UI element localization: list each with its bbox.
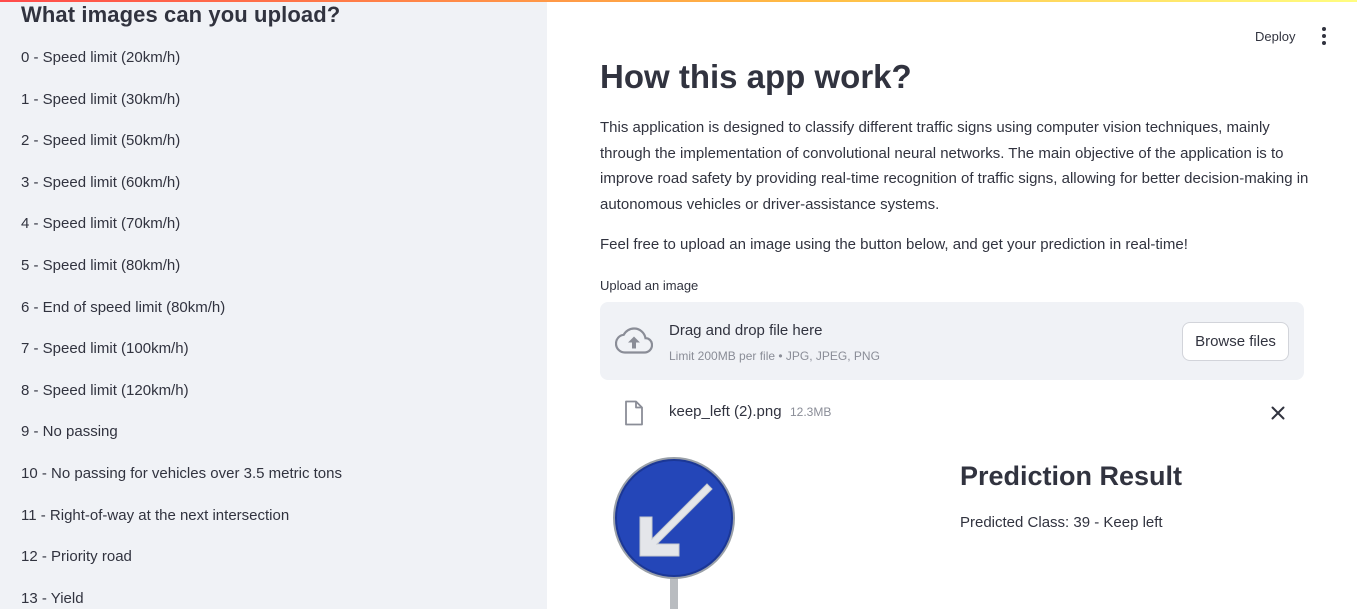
list-item: 10 - No passing for vehicles over 3.5 me… <box>21 464 342 482</box>
kebab-dot <box>1322 34 1326 38</box>
dropzone-title: Drag and drop file here <box>669 322 823 339</box>
browse-files-button[interactable]: Browse files <box>1182 322 1289 361</box>
file-name: keep_left (2).png <box>669 403 782 420</box>
deploy-button[interactable]: Deploy <box>1255 27 1295 46</box>
file-dropzone[interactable]: Drag and drop file here Limit 200MB per … <box>600 302 1304 380</box>
list-item: 11 - Right-of-way at the next intersecti… <box>21 506 290 524</box>
list-item: 9 - No passing <box>21 423 118 441</box>
list-item: 2 - Speed limit (50km/h) <box>21 132 181 150</box>
list-item: 13 - Yield <box>21 589 84 607</box>
close-icon[interactable] <box>1268 403 1288 423</box>
list-item: 5 - Speed limit (80km/h) <box>21 256 181 274</box>
main-content: Deploy How this app work? This applicati… <box>547 0 1357 609</box>
page-title: How this app work? <box>600 58 912 95</box>
list-item: 8 - Speed limit (120km/h) <box>21 381 189 399</box>
list-item: 0 - Speed limit (20km/h) <box>21 49 181 66</box>
dropzone-limit-text: Limit 200MB per file • JPG, JPEG, PNG <box>669 349 880 363</box>
kebab-dot <box>1322 41 1326 45</box>
file-size: 12.3MB <box>790 405 832 419</box>
sign-class-list: 0 - Speed limit (20km/h) 1 - Speed limit… <box>21 48 342 609</box>
upload-instruction: Feel free to upload an image using the b… <box>600 236 1188 253</box>
list-item: 6 - End of speed limit (80km/h) <box>21 298 226 316</box>
upload-label: Upload an image <box>600 278 699 293</box>
list-item: 12 - Priority road <box>21 548 132 566</box>
uploaded-sign-image <box>613 457 735 609</box>
prediction-text: Predicted Class: 39 - Keep left <box>960 514 1163 531</box>
sidebar: What images can you upload? 0 - Speed li… <box>0 0 547 609</box>
list-item: 7 - Speed limit (100km/h) <box>21 340 189 358</box>
file-icon <box>625 400 643 426</box>
app-description: This application is designed to classify… <box>600 119 1309 213</box>
cloud-upload-icon <box>615 327 653 354</box>
kebab-dot <box>1322 27 1326 31</box>
prediction-title: Prediction Result <box>960 461 1183 491</box>
list-item: 3 - Speed limit (60km/h) <box>21 173 181 191</box>
sidebar-heading: What images can you upload? <box>21 2 341 27</box>
top-decoration-bar <box>0 0 1357 2</box>
uploaded-file-row: keep_left (2).png 12.3MB <box>600 396 1304 430</box>
list-item: 1 - Speed limit (30km/h) <box>21 90 181 108</box>
kebab-menu-icon[interactable] <box>1318 27 1330 45</box>
list-item: 4 - Speed limit (70km/h) <box>21 215 181 233</box>
